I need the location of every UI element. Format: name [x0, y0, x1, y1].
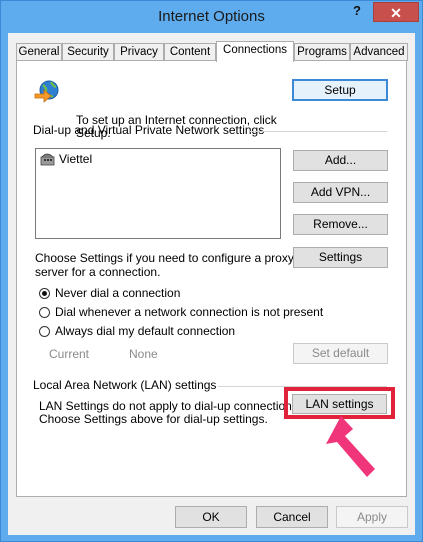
- radio-always-dial-default[interactable]: [39, 326, 50, 337]
- set-default-button[interactable]: Set default: [293, 343, 388, 364]
- help-button[interactable]: ?: [347, 3, 367, 23]
- tab-privacy[interactable]: Privacy: [114, 43, 164, 61]
- tab-content[interactable]: Content: [164, 43, 216, 61]
- tab-connections[interactable]: Connections: [216, 41, 294, 62]
- dialup-phone-icon: [40, 153, 55, 166]
- current-label: Current: [49, 347, 90, 361]
- tab-security[interactable]: Security: [62, 43, 114, 61]
- remove-button[interactable]: Remove...: [293, 214, 388, 235]
- close-button[interactable]: ✕: [373, 2, 419, 22]
- apply-button[interactable]: Apply: [336, 506, 408, 528]
- ok-button[interactable]: OK: [175, 506, 247, 528]
- dialog-client-area: General Security Privacy Content Connect…: [8, 33, 415, 535]
- radio-never-dial-label[interactable]: Never dial a connection: [55, 287, 180, 300]
- proxy-instruction-line2: server for a connection.: [35, 265, 161, 279]
- tab-advanced[interactable]: Advanced: [350, 43, 408, 61]
- dialup-section-divider: [250, 131, 387, 132]
- title-bar[interactable]: Internet Options ? ✕: [1, 1, 422, 33]
- globe-connection-icon: [34, 80, 59, 103]
- radio-dial-when-no-network[interactable]: [39, 307, 50, 318]
- internet-options-window: Internet Options ? ✕ General Security Pr…: [0, 0, 423, 542]
- tab-programs[interactable]: Programs: [294, 43, 350, 61]
- proxy-instruction-line1: Choose Settings if you need to configure…: [35, 251, 294, 265]
- connections-panel: To set up an Internet connection, click …: [16, 60, 407, 497]
- connections-listbox[interactable]: Viettel: [35, 148, 281, 239]
- radio-dial-when-no-network-label[interactable]: Dial whenever a network connection is no…: [55, 306, 323, 319]
- add-button[interactable]: Add...: [293, 150, 388, 171]
- lan-settings-button[interactable]: LAN settings: [292, 394, 387, 414]
- tab-general[interactable]: General: [16, 43, 62, 61]
- setup-button[interactable]: Setup: [292, 79, 388, 101]
- cancel-button[interactable]: Cancel: [256, 506, 328, 528]
- settings-button[interactable]: Settings: [293, 247, 388, 268]
- connection-name: Viettel: [59, 152, 93, 166]
- radio-always-dial-default-label[interactable]: Always dial my default connection: [55, 325, 235, 338]
- lan-section-heading: Local Area Network (LAN) settings: [33, 378, 217, 392]
- dialup-section-heading: Dial-up and Virtual Private Network sett…: [33, 123, 265, 137]
- pointer-arrow-icon: [326, 416, 375, 477]
- lan-description-line2: Choose Settings above for dial-up settin…: [39, 412, 268, 426]
- add-vpn-button[interactable]: Add VPN...: [293, 182, 388, 203]
- radio-never-dial[interactable]: [39, 288, 50, 299]
- current-value: None: [129, 347, 158, 361]
